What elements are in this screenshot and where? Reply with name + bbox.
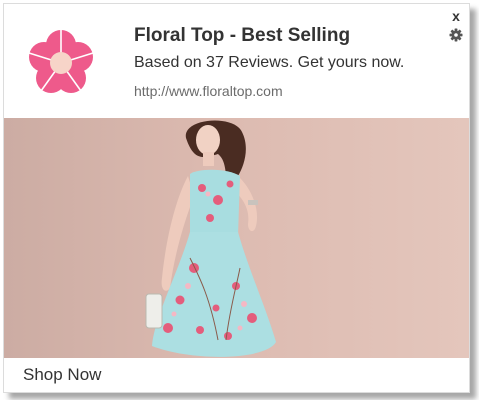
notification-message: Based on 37 Reviews. Get yours now. [134,54,405,71]
close-icon[interactable]: x [448,8,464,24]
model-photo [145,120,276,357]
notification-card[interactable]: Floral Top - Best Selling Based on 37 Re… [3,3,470,393]
product-image[interactable] [4,118,469,358]
notification-footer: Shop Now [4,358,469,392]
flower-logo-icon [28,29,94,93]
notification-title: Floral Top - Best Selling [134,25,351,46]
shop-now-button[interactable]: Shop Now [23,365,101,385]
notification-url: http://www.floraltop.com [134,83,283,99]
notification-header: Floral Top - Best Selling Based on 37 Re… [4,4,469,118]
gear-icon[interactable] [449,28,463,42]
